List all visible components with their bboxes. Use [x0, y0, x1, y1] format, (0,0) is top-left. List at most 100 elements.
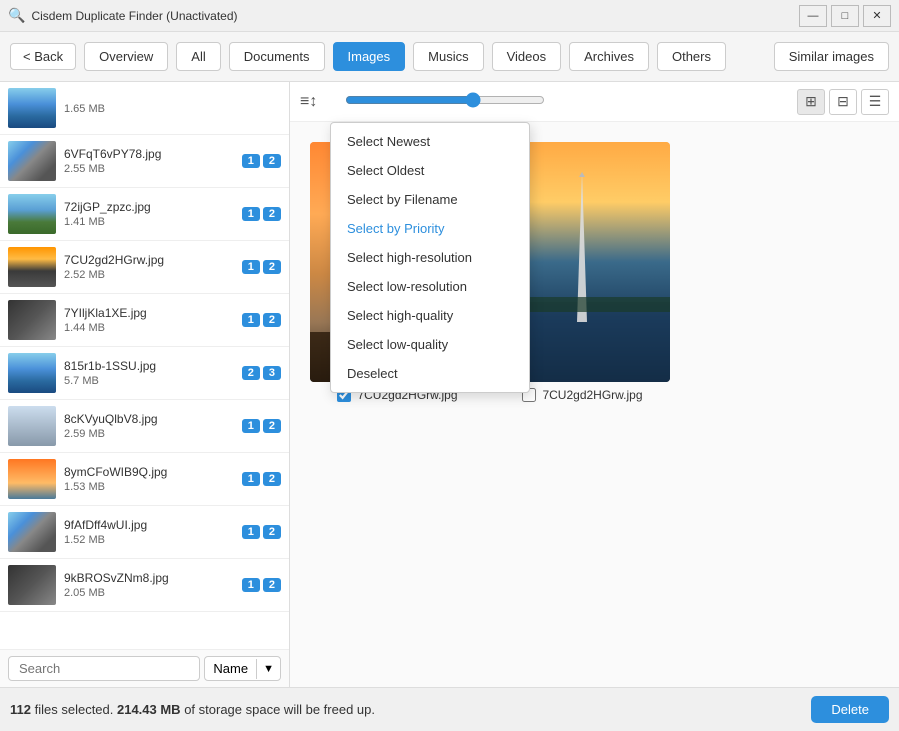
badge-1: 1: [242, 207, 260, 221]
maximize-button[interactable]: □: [831, 5, 859, 27]
dropdown-item-select-high-quality[interactable]: Select high-quality: [331, 301, 529, 330]
tab-others[interactable]: Others: [657, 42, 726, 71]
image-filename: 7CU2gd2HGrw.jpg: [542, 388, 642, 402]
sidebar-thumbnail: [8, 353, 56, 393]
badge-1: 1: [242, 419, 260, 433]
tab-documents[interactable]: Documents: [229, 42, 325, 71]
dropdown-item-deselect[interactable]: Deselect: [331, 359, 529, 388]
sidebar-item-size: 1.44 MB: [64, 322, 234, 334]
tab-archives[interactable]: Archives: [569, 42, 649, 71]
minimize-button[interactable]: —: [799, 5, 827, 27]
badge-1: 1: [242, 260, 260, 274]
sidebar-thumbnail: [8, 247, 56, 287]
list-item[interactable]: 8cKVyuQlbV8.jpg 2.59 MB 1 2: [0, 400, 289, 453]
nav-bar: < Back Overview All Documents Images Mus…: [0, 32, 899, 82]
sort-label: Name: [205, 657, 256, 680]
badge-2: 2: [263, 260, 281, 274]
tab-videos[interactable]: Videos: [492, 42, 562, 71]
sidebar-item-size: 1.53 MB: [64, 481, 234, 493]
sort-filter-icon[interactable]: ≡↕: [300, 93, 317, 111]
badge-2: 2: [263, 472, 281, 486]
sidebar-thumbnail: [8, 194, 56, 234]
sidebar-badges: 1 2: [242, 313, 281, 327]
list-item[interactable]: 1.65 MB: [0, 82, 289, 135]
title-bar-left: 🔍 Cisdem Duplicate Finder (Unactivated): [8, 7, 238, 24]
status-size: 214.43 MB: [117, 702, 181, 717]
grid-view-button[interactable]: ⊞: [797, 89, 825, 115]
sidebar-bottom: Name ▼: [0, 649, 289, 687]
sidebar-thumbnail: [8, 300, 56, 340]
badge-2: 2: [263, 525, 281, 539]
tab-overview[interactable]: Overview: [84, 42, 168, 71]
sidebar-item-info: 7CU2gd2HGrw.jpg 2.52 MB: [64, 253, 234, 281]
main-area: 1.65 MB 6VFqT6vPY78.jpg 2.55 MB 1 2 72ij…: [0, 82, 899, 687]
zoom-slider[interactable]: [345, 92, 545, 108]
sidebar-badges: 1 2: [242, 207, 281, 221]
tab-musics[interactable]: Musics: [413, 42, 483, 71]
sidebar-item-info: 1.65 MB: [64, 101, 281, 115]
sidebar-item-size: 1.41 MB: [64, 216, 234, 228]
sidebar-item-filename: 72ijGP_zpzc.jpg: [64, 200, 234, 214]
search-input[interactable]: [8, 656, 200, 681]
list-item[interactable]: 6VFqT6vPY78.jpg 2.55 MB 1 2: [0, 135, 289, 188]
status-count: 112: [10, 702, 31, 717]
similar-images-button[interactable]: Similar images: [774, 42, 889, 71]
image-checkbox-row: 7CU2gd2HGrw.jpg: [522, 388, 642, 402]
badge-1: 1: [242, 472, 260, 486]
sidebar-item-size: 1.52 MB: [64, 534, 234, 546]
list-item[interactable]: 9kBROSvZNm8.jpg 2.05 MB 1 2: [0, 559, 289, 612]
sidebar-item-info: 9kBROSvZNm8.jpg 2.05 MB: [64, 571, 234, 599]
list-view-button[interactable]: ☰: [861, 89, 889, 115]
dropdown-item-select-high-resolution[interactable]: Select high-resolution: [331, 243, 529, 272]
badge-1: 1: [242, 525, 260, 539]
dropdown-item-select-oldest[interactable]: Select Oldest: [331, 156, 529, 185]
sidebar-item-info: 6VFqT6vPY78.jpg 2.55 MB: [64, 147, 234, 175]
dropdown-item-select-by-priority[interactable]: Select by Priority: [331, 214, 529, 243]
sidebar-badges: 1 2: [242, 260, 281, 274]
status-label: files selected.: [35, 702, 117, 717]
sidebar-item-size: 5.7 MB: [64, 375, 234, 387]
dropdown-menu: Select Newest Select Oldest Select by Fi…: [330, 122, 530, 393]
sidebar-badges: 2 3: [242, 366, 281, 380]
list-item[interactable]: 72ijGP_zpzc.jpg 1.41 MB 1 2: [0, 188, 289, 241]
dropdown-item-select-low-resolution[interactable]: Select low-resolution: [331, 272, 529, 301]
sidebar-badges: 1 2: [242, 525, 281, 539]
content-area: ≡↕ ⊞ ⊟ ☰: [290, 82, 899, 687]
sidebar-item-filename: 8ymCFoWIB9Q.jpg: [64, 465, 234, 479]
list-item[interactable]: 815r1b-1SSU.jpg 5.7 MB 2 3: [0, 347, 289, 400]
sidebar-list: 1.65 MB 6VFqT6vPY78.jpg 2.55 MB 1 2 72ij…: [0, 82, 289, 649]
app-title: Cisdem Duplicate Finder (Unactivated): [31, 9, 237, 23]
badge-2: 2: [263, 207, 281, 221]
delete-button[interactable]: Delete: [811, 696, 889, 723]
sidebar-item-filename: 815r1b-1SSU.jpg: [64, 359, 234, 373]
list-item[interactable]: 7YIljKla1XE.jpg 1.44 MB 1 2: [0, 294, 289, 347]
badge-2: 2: [263, 154, 281, 168]
dropdown-item-select-by-filename[interactable]: Select by Filename: [331, 185, 529, 214]
sidebar-item-info: 72ijGP_zpzc.jpg 1.41 MB: [64, 200, 234, 228]
back-button[interactable]: < Back: [10, 43, 76, 70]
sidebar-thumbnail: [8, 512, 56, 552]
sort-dropdown-button[interactable]: ▼: [256, 659, 280, 679]
sidebar: 1.65 MB 6VFqT6vPY78.jpg 2.55 MB 1 2 72ij…: [0, 82, 290, 687]
sidebar-badges: 1 2: [242, 154, 281, 168]
title-bar-controls: — □ ✕: [799, 5, 891, 27]
badge-1: 1: [242, 578, 260, 592]
sidebar-badges: 1 2: [242, 419, 281, 433]
list-item[interactable]: 7CU2gd2HGrw.jpg 2.52 MB 1 2: [0, 241, 289, 294]
sidebar-item-filename: 9kBROSvZNm8.jpg: [64, 571, 234, 585]
sidebar-item-size: 2.55 MB: [64, 163, 234, 175]
sidebar-item-info: 815r1b-1SSU.jpg 5.7 MB: [64, 359, 234, 387]
filmstrip-view-button[interactable]: ⊟: [829, 89, 857, 115]
tab-all[interactable]: All: [176, 42, 220, 71]
dropdown-item-select-newest[interactable]: Select Newest: [331, 127, 529, 156]
app-icon: 🔍: [8, 7, 25, 24]
sidebar-item-filename: 8cKVyuQlbV8.jpg: [64, 412, 234, 426]
sidebar-item-size: 1.65 MB: [64, 103, 281, 115]
list-item[interactable]: 8ymCFoWIB9Q.jpg 1.53 MB 1 2: [0, 453, 289, 506]
tab-images[interactable]: Images: [333, 42, 406, 71]
badge-1: 1: [242, 154, 260, 168]
dropdown-item-select-low-quality[interactable]: Select low-quality: [331, 330, 529, 359]
sidebar-item-filename: 7CU2gd2HGrw.jpg: [64, 253, 234, 267]
close-button[interactable]: ✕: [863, 5, 891, 27]
list-item[interactable]: 9fAfDff4wUI.jpg 1.52 MB 1 2: [0, 506, 289, 559]
